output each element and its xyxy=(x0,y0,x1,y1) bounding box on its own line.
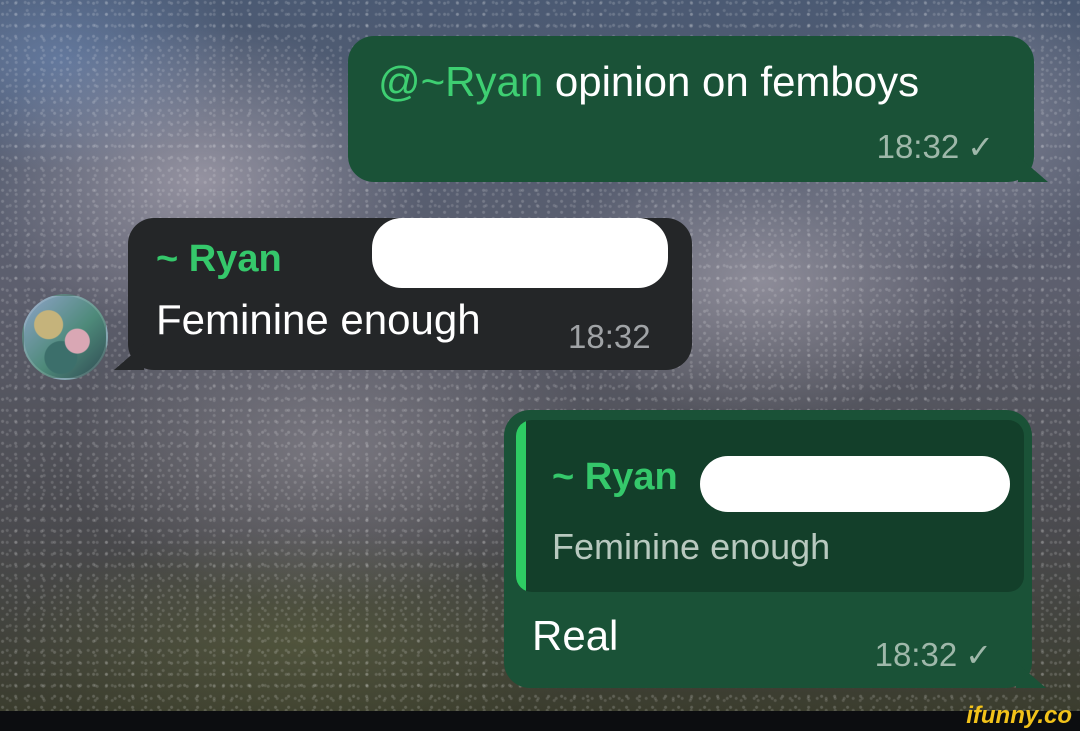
quote-accent-bar xyxy=(516,420,526,592)
quoted-text: Feminine enough xyxy=(552,526,831,567)
quoted-sender-name: ~ Ryan xyxy=(552,456,678,498)
outgoing-reply-message[interactable]: ~ Ryan Feminine enough Real 18:32 ✓ xyxy=(504,410,1046,688)
check-icon: ✓ xyxy=(965,637,992,673)
avatar[interactable] xyxy=(22,294,108,380)
message-text: @~Ryan opinion on femboys xyxy=(378,58,919,106)
mention-link[interactable]: @~Ryan xyxy=(378,58,543,105)
timestamp: 18:32 xyxy=(876,128,960,165)
outgoing-message[interactable]: @~Ryan opinion on femboys 18:32 ✓ xyxy=(348,36,1048,182)
check-icon: ✓ xyxy=(967,129,994,165)
message-text: Feminine enough xyxy=(156,296,481,343)
message-time: 18:32 ✓ xyxy=(877,128,994,166)
message-body: opinion on femboys xyxy=(543,58,920,105)
message-text: Real xyxy=(532,612,619,659)
redaction-mark xyxy=(372,218,668,288)
redaction-mark xyxy=(700,456,1010,512)
watermark-strip xyxy=(0,711,1080,731)
incoming-message[interactable]: ~ Ryan Feminine enough 18:32 xyxy=(114,218,692,370)
timestamp: 18:32 xyxy=(568,318,651,355)
sender-name[interactable]: ~ Ryan xyxy=(156,238,282,281)
message-time: 18:32 ✓ xyxy=(875,636,992,674)
timestamp: 18:32 xyxy=(874,636,958,673)
quoted-message[interactable]: ~ Ryan Feminine enough xyxy=(516,420,1024,592)
watermark: ifunny.co xyxy=(966,702,1072,729)
